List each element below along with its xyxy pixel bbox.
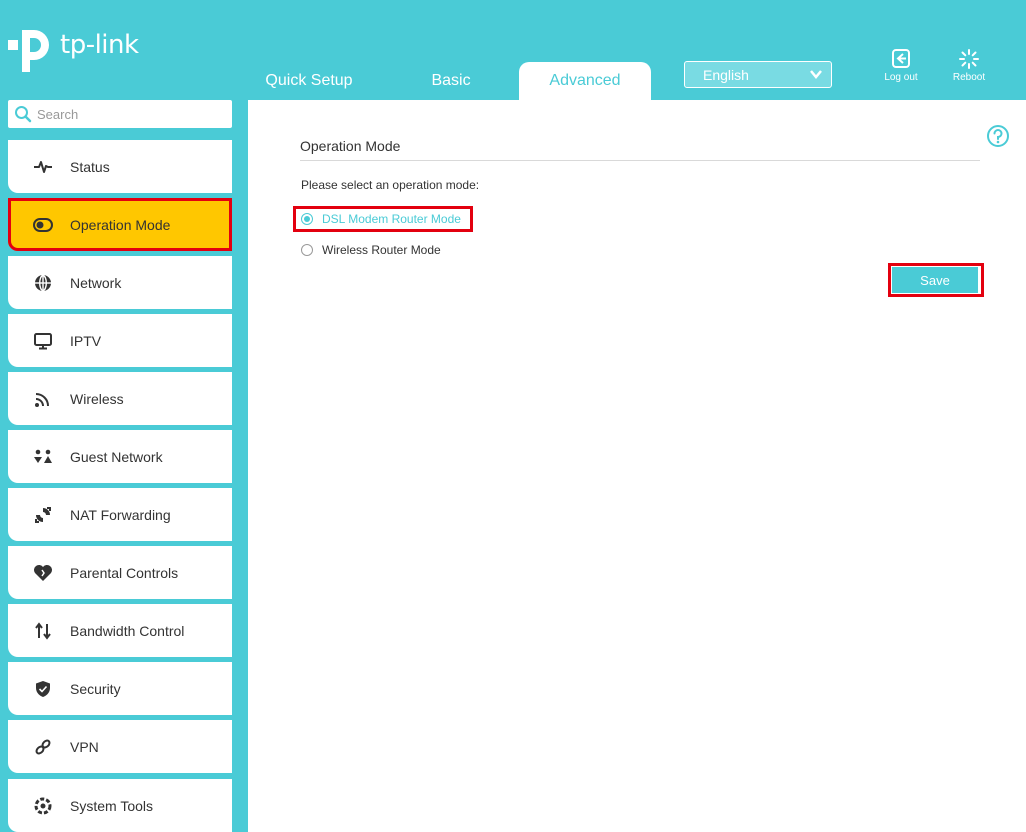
logout-button[interactable]: Log out [876,48,926,92]
brand-name: tp-link [60,30,139,60]
sidebar-item-label: Network [70,274,122,291]
logout-label: Log out [884,72,918,83]
radio-wireless-router-mode[interactable]: Wireless Router Mode [301,243,441,257]
sidebar-item-operation-mode[interactable]: Operation Mode [8,198,232,251]
reboot-button[interactable]: Reboot [944,48,994,92]
sidebar-item-security[interactable]: Security [8,662,232,715]
sidebar-item-status[interactable]: Status [8,140,232,193]
monitor-icon [33,331,53,351]
radio-dsl-modem-router-mode[interactable]: DSL Modem Router Mode [301,212,461,226]
sidebar-item-system-tools[interactable]: System Tools [8,779,232,832]
sidebar-item-label: Parental Controls [70,564,179,581]
radio-label: Wireless Router Mode [322,243,441,257]
search-input[interactable]: Search [8,100,232,128]
sidebar-item-vpn[interactable]: VPN [8,720,232,773]
link-icon [33,737,53,757]
tp-link-logo[interactable]: tp-link [8,22,139,72]
header: tp-link Quick Setup Basic Advanced Engli… [0,0,1026,100]
language-selected: English [703,66,749,83]
sidebar-item-label: Operation Mode [70,216,171,233]
sidebar-item-nat-forwarding[interactable]: NAT Forwarding [8,488,232,541]
tab-quick-setup[interactable]: Quick Setup [256,62,362,100]
logout-icon [892,49,910,68]
help-icon[interactable] [986,124,1010,148]
search-placeholder: Search [37,106,79,122]
tp-link-logo-icon [8,22,54,72]
sidebar-item-parental-controls[interactable]: Parental Controls [8,546,232,599]
title-divider [300,160,980,161]
sidebar-item-guest-network[interactable]: Guest Network [8,430,232,483]
search-icon [15,106,32,123]
sidebar-item-wireless[interactable]: Wireless [8,372,232,425]
pulse-icon [33,157,53,177]
chevron-down-icon [809,67,823,84]
sidebar-item-iptv[interactable]: IPTV [8,314,232,367]
heart-icon [33,563,53,583]
gear-icon [33,796,53,816]
sidebar-item-label: Status [70,158,110,175]
tab-basic[interactable]: Basic [410,62,492,100]
toggle-icon [33,215,53,235]
sidebar-item-label: Security [70,680,121,697]
reboot-label: Reboot [952,72,986,83]
page-title: Operation Mode [300,138,401,154]
sidebar-item-label: Bandwidth Control [70,622,185,639]
radio-button[interactable] [301,213,313,225]
tab-advanced[interactable]: Advanced [519,62,651,100]
radio-button[interactable] [301,244,313,256]
globe-icon [33,273,53,293]
sidebar-item-label: NAT Forwarding [70,506,171,523]
radio-label: DSL Modem Router Mode [322,212,461,226]
sidebar-item-label: Guest Network [70,448,163,465]
updown-arrows-icon [33,621,53,641]
shield-icon [33,679,53,699]
sidebar-item-label: System Tools [70,797,153,814]
nat-icon [33,505,53,525]
sidebar-item-bandwidth-control[interactable]: Bandwidth Control [8,604,232,657]
mode-prompt: Please select an operation mode: [301,178,480,192]
sidebar-item-label: Wireless [70,390,124,407]
wifi-icon [33,389,53,409]
sidebar-item-label: VPN [70,738,99,755]
main-panel: Operation Mode Please select an operatio… [248,100,1026,832]
sidebar-item-label: IPTV [70,332,102,349]
save-button[interactable]: Save [892,267,978,293]
sidebar-item-network[interactable]: Network [8,256,232,309]
guests-icon [33,447,53,467]
language-select[interactable]: English [684,61,832,88]
reboot-icon [959,49,979,69]
